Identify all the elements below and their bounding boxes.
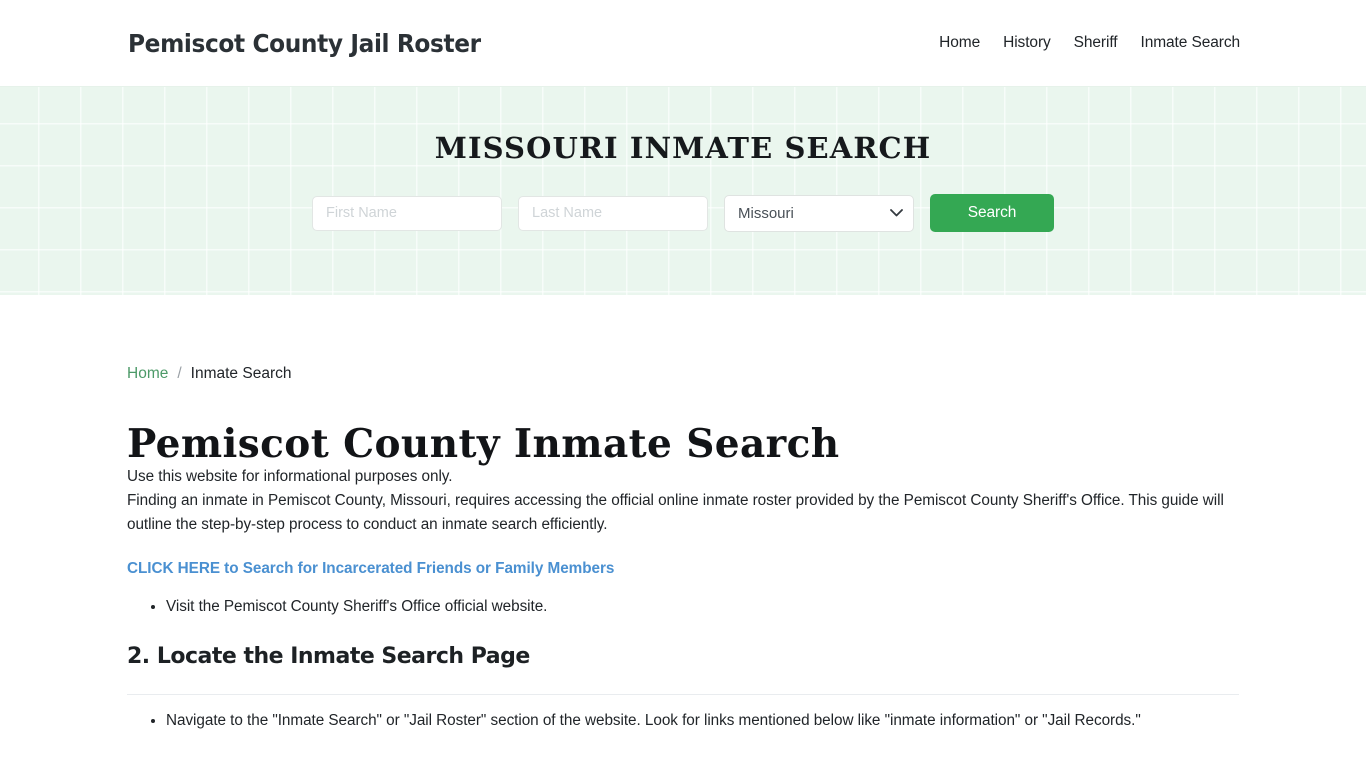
section-heading-locate-page: 2. Locate the Inmate Search Page — [127, 644, 530, 670]
content-divider — [127, 693, 1239, 695]
cta-search-link[interactable]: CLICK HERE to Search for Incarcerated Fr… — [127, 560, 614, 578]
site-brand-link[interactable]: Pemiscot County Jail Roster — [128, 29, 481, 58]
last-name-input[interactable] — [518, 195, 708, 231]
nav-item-sheriff[interactable]: Sheriff — [1074, 34, 1118, 52]
search-button[interactable]: Search — [930, 194, 1054, 232]
hero-search-section: MISSOURI INMATE SEARCH Missouri Search — [0, 86, 1366, 295]
nav-item-home[interactable]: Home — [939, 34, 980, 52]
lead-paragraph: Use this website for informational purpo… — [127, 468, 453, 486]
steps-list-two: Navigate to the "Inmate Search" or "Jail… — [127, 709, 1239, 733]
main-content: Home / Inmate Search Pemiscot County Inm… — [127, 295, 1239, 733]
state-select-wrapper: Missouri — [724, 194, 914, 232]
state-select[interactable]: Missouri — [724, 194, 914, 232]
first-name-input[interactable] — [312, 195, 502, 231]
steps-list-one: Visit the Pemiscot County Sheriff's Offi… — [127, 595, 1239, 619]
site-header: Pemiscot County Jail Roster Home History… — [0, 0, 1366, 86]
intro-paragraph: Finding an inmate in Pemiscot County, Mi… — [127, 492, 1224, 534]
nav-item-history[interactable]: History — [1003, 34, 1051, 52]
inmate-search-form: Missouri Search — [312, 194, 1054, 232]
list-item: Navigate to the "Inmate Search" or "Jail… — [166, 709, 1239, 733]
nav-item-inmate-search[interactable]: Inmate Search — [1140, 34, 1240, 52]
list-item: Visit the Pemiscot County Sheriff's Offi… — [166, 595, 1239, 619]
breadcrumb-link-home[interactable]: Home — [127, 366, 168, 382]
breadcrumb: Home / Inmate Search — [127, 366, 1239, 382]
breadcrumb-separator: / — [177, 365, 182, 382]
breadcrumb-current: Inmate Search — [190, 365, 292, 382]
page-title: Pemiscot County Inmate Search — [127, 420, 840, 467]
primary-navigation: Home History Sheriff Inmate Search — [939, 34, 1240, 52]
hero-title: MISSOURI INMATE SEARCH — [434, 131, 932, 165]
